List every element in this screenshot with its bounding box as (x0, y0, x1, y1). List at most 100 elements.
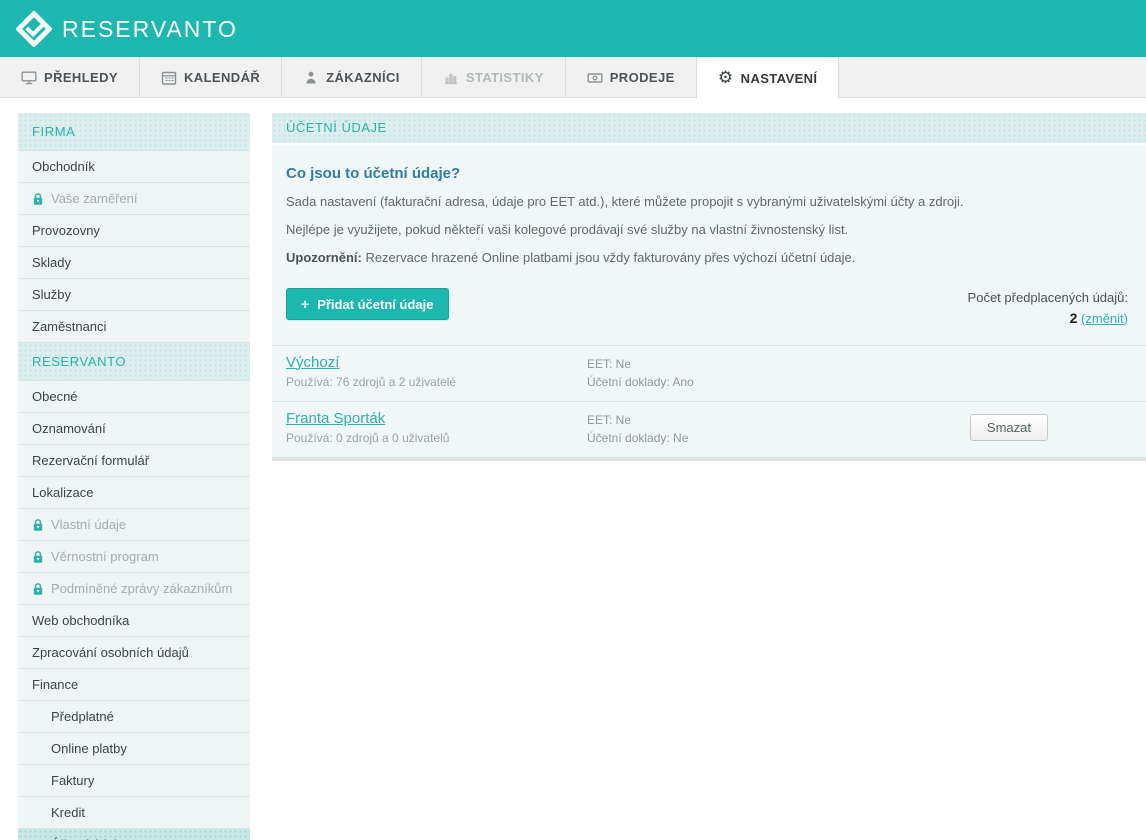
sidebar-item-provozovny[interactable]: Provozovny (18, 215, 250, 247)
sidebar-item-label: Rezervační formulář (32, 453, 149, 468)
change-prepaid-link[interactable]: (změnit) (1081, 311, 1128, 326)
lock-icon (32, 518, 44, 532)
sidebar-item-label: Zaměstnanci (32, 319, 106, 334)
row-docs: Účetní doklady: Ano (587, 373, 986, 392)
warning-label: Upozornění: (286, 250, 362, 265)
tab-prehledy[interactable]: PŘEHLEDY (0, 57, 140, 98)
row-details-cell: EET: Ne Účetní doklady: Ne (587, 410, 986, 448)
sidebar-item-label: Faktury (51, 773, 94, 788)
sidebar-item-label: Služby (32, 287, 71, 302)
sidebar-item-sluzby[interactable]: Služby (18, 279, 250, 311)
tab-label: ZÁKAZNÍCI (326, 70, 400, 85)
chart-icon (443, 70, 459, 86)
sidebar-item-label: Vlastní údaje (51, 517, 126, 532)
delete-button[interactable]: Smazat (970, 414, 1048, 441)
tab-label: PŘEHLEDY (44, 70, 118, 85)
sidebar-item-vlastni-udaje[interactable]: Vlastní údaje (18, 509, 250, 541)
add-button-label: Přidat účetní údaje (317, 297, 433, 312)
sidebar-item-label: Web obchodníka (32, 613, 129, 628)
main-area: FIRMA Obchodník Vaše zaměření Provozovny… (0, 98, 1146, 840)
calendar-icon (161, 70, 177, 86)
sidebar-item-label: Oznamování (32, 421, 106, 436)
sidebar-item-finance[interactable]: Finance (18, 669, 250, 701)
sidebar-item-obchodnik[interactable]: Obchodník (18, 151, 250, 183)
row-usage: Používá: 0 zdrojů a 0 uživatelů (286, 431, 587, 445)
person-icon (303, 70, 319, 86)
content-panel: ÚČETNÍ ÚDAJE Co jsou to účetní údaje? Sa… (272, 113, 1146, 461)
sidebar-item-obecne[interactable]: Obecné (18, 381, 250, 413)
sidebar-item-podminene-zpravy[interactable]: Podmíněné zprávy zákazníkům (18, 573, 250, 605)
sidebar-item-label: Online platby (51, 741, 127, 756)
app-header: RESERVANTO (0, 0, 1146, 57)
tab-statistiky[interactable]: STATISTIKY (422, 57, 566, 98)
sidebar-item-predplatne[interactable]: Předplatné (18, 701, 250, 733)
table-row-franta-sportak: Franta Sporták Používá: 0 zdrojů a 0 uži… (272, 401, 1146, 457)
tab-label: NASTAVENÍ (741, 71, 818, 86)
sidebar-item-vase-zamereni[interactable]: Vaše zaměření (18, 183, 250, 215)
prepaid-label: Počet předplacených údajů: (968, 288, 1128, 308)
prepaid-count: 2 (1070, 310, 1078, 326)
sidebar-item-sklady[interactable]: Sklady (18, 247, 250, 279)
app-title[interactable]: RESERVANTO (62, 16, 238, 43)
accounting-data-link-vychozi[interactable]: Výchozí (286, 354, 339, 371)
content-body: Co jsou to účetní údaje? Sada nastavení … (272, 145, 1146, 461)
sidebar-item-vernostni-program[interactable]: Věrnostní program (18, 541, 250, 573)
tab-nastaveni[interactable]: ⚙ NASTAVENÍ (697, 57, 840, 99)
sidebar-item-label: Kredit (51, 805, 85, 820)
intro-warning: Upozornění: Rezervace hrazené Online pla… (286, 250, 1132, 265)
sidebar-item-label: Obecné (32, 389, 78, 404)
tab-zakaznici[interactable]: ZÁKAZNÍCI (282, 57, 422, 98)
accounting-data-link-franta-sportak[interactable]: Franta Sporták (286, 410, 385, 427)
page-title: ÚČETNÍ ÚDAJE (272, 113, 1146, 145)
row-name-cell: Výchozí Používá: 76 zdrojů a 2 uživatelé (272, 354, 587, 389)
intro-block: Co jsou to účetní údaje? Sada nastavení … (272, 165, 1146, 265)
lock-icon (32, 550, 44, 564)
lock-icon (32, 582, 44, 596)
gear-icon: ⚙ (718, 70, 734, 86)
sidebar-item-zpracovani-osobnich-udaju[interactable]: Zpracování osobních údajů (18, 637, 250, 669)
reservanto-logo-icon[interactable] (16, 11, 52, 47)
main-nav: PŘEHLEDY KALENDÁŘ ZÁKAZNÍCI STATISTIKY P… (0, 57, 1146, 98)
banknote-icon (587, 70, 603, 86)
sidebar-section-firma: FIRMA (18, 113, 250, 151)
sidebar-item-rezervacni-formular[interactable]: Rezervační formulář (18, 445, 250, 477)
sidebar-item-online-platby[interactable]: Online platby (18, 733, 250, 765)
sidebar-item-label: Podmíněné zprávy zákazníkům (51, 581, 232, 596)
sidebar-item-zamestnanci[interactable]: Zaměstnanci (18, 311, 250, 343)
sidebar-item-label: Předplatné (51, 709, 114, 724)
sidebar-item-label: Obchodník (32, 159, 95, 174)
sidebar-item-faktury[interactable]: Faktury (18, 765, 250, 797)
row-usage: Používá: 76 zdrojů a 2 uživatelé (286, 375, 587, 389)
sidebar-section-reservanto: RESERVANTO (18, 343, 250, 381)
lock-icon (32, 192, 44, 206)
sidebar-item-ucetni-udaje[interactable]: Účetní údaje (18, 829, 250, 840)
tab-label: KALENDÁŘ (184, 70, 260, 85)
sidebar-item-label: Provozovny (32, 223, 100, 238)
warning-text: Rezervace hrazené Online platbami jsou v… (362, 250, 856, 265)
sidebar-item-lokalizace[interactable]: Lokalizace (18, 477, 250, 509)
sidebar-item-oznamovani[interactable]: Oznamování (18, 413, 250, 445)
tab-label: STATISTIKY (466, 70, 544, 85)
intro-paragraph-1: Sada nastavení (fakturační adresa, údaje… (286, 194, 1132, 209)
row-details-cell: EET: Ne Účetní doklady: Ano (587, 354, 986, 392)
tab-label: PRODEJE (610, 70, 675, 85)
settings-sidebar: FIRMA Obchodník Vaše zaměření Provozovny… (18, 113, 250, 840)
row-eet: EET: Ne (587, 411, 986, 430)
prepaid-counter: Počet předplacených údajů: 2 (změnit) (968, 288, 1132, 329)
monitor-icon (21, 70, 37, 86)
row-action-cell: Smazat (986, 410, 1146, 441)
tab-kalendar[interactable]: KALENDÁŘ (140, 57, 282, 98)
sidebar-item-label: Sklady (32, 255, 71, 270)
sidebar-item-label: Lokalizace (32, 485, 93, 500)
sidebar-item-label: Finance (32, 677, 78, 692)
row-eet: EET: Ne (587, 355, 986, 374)
add-accounting-data-button[interactable]: + Přidat účetní údaje (286, 288, 449, 320)
tab-prodeje[interactable]: PRODEJE (566, 57, 697, 98)
plus-icon: + (301, 296, 309, 312)
sidebar-item-label: Vaše zaměření (51, 191, 137, 206)
sidebar-item-web-obchodnika[interactable]: Web obchodníka (18, 605, 250, 637)
sidebar-item-kredit[interactable]: Kredit (18, 797, 250, 829)
sidebar-item-label: Zpracování osobních údajů (32, 645, 189, 660)
row-name-cell: Franta Sporták Používá: 0 zdrojů a 0 uži… (272, 410, 587, 445)
intro-paragraph-2: Nejlépe je využijete, pokud někteří vaši… (286, 222, 1132, 237)
